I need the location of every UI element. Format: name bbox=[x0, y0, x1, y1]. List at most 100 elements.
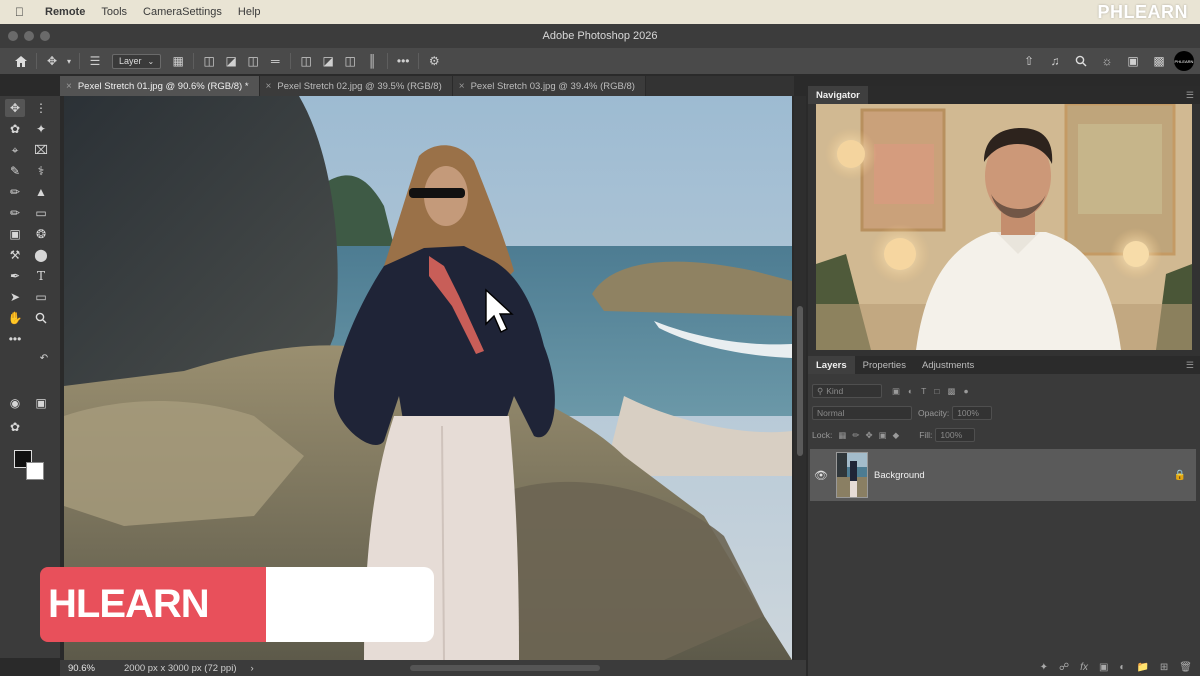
history-brush-tool-icon[interactable]: ✏ bbox=[5, 204, 25, 222]
share-icon[interactable]: ⇧ bbox=[1018, 50, 1040, 72]
eye-icon[interactable]: 👁 bbox=[810, 469, 832, 482]
new-group-icon[interactable]: 📁 bbox=[1136, 662, 1148, 673]
move-tool-icon[interactable]: ✥ bbox=[5, 99, 25, 117]
opacity-input[interactable]: 100% bbox=[952, 406, 993, 420]
lock-pixels-icon[interactable]: ✏ bbox=[852, 430, 859, 441]
align-left-icon[interactable]: ◫ bbox=[198, 50, 220, 72]
brush-tool-icon[interactable]: ✏ bbox=[5, 183, 25, 201]
trash-icon[interactable]: 🗑 bbox=[1179, 662, 1192, 673]
scrollbar-thumb[interactable] bbox=[797, 306, 803, 456]
align-right-icon[interactable]: ◫ bbox=[242, 50, 264, 72]
generate-icon[interactable]: ✿ bbox=[5, 418, 25, 436]
tab-properties[interactable]: Properties bbox=[855, 356, 914, 374]
move-icon[interactable]: ✥ bbox=[41, 50, 63, 72]
transform-controls-icon[interactable]: ▦ bbox=[167, 50, 189, 72]
rectangle-tool-icon[interactable]: ▭ bbox=[31, 288, 51, 306]
clone-stamp-tool-icon[interactable]: ▲ bbox=[31, 183, 51, 201]
sponge-tool-icon[interactable]: ⬤ bbox=[31, 246, 51, 264]
apple-icon[interactable]:  bbox=[15, 5, 29, 19]
layer-row-background[interactable]: 👁 Background 🔒 bbox=[810, 449, 1196, 501]
tab-adjustments[interactable]: Adjustments bbox=[914, 356, 982, 374]
hand-tool-icon[interactable]: ✋ bbox=[5, 309, 25, 327]
eraser-tool-icon[interactable]: ▭ bbox=[31, 204, 51, 222]
tab-layers[interactable]: Layers bbox=[808, 356, 855, 374]
menu-help[interactable]: Help bbox=[238, 6, 261, 18]
link-layers-icon[interactable]: ✦ bbox=[1040, 662, 1048, 673]
close-icon[interactable]: × bbox=[459, 81, 465, 92]
menu-camerasettings[interactable]: CameraSettings bbox=[143, 6, 222, 18]
distribute-icon[interactable]: ═ bbox=[264, 50, 286, 72]
horizontal-scrollbar[interactable] bbox=[410, 665, 600, 671]
lock-artboard-icon[interactable]: ▣ bbox=[879, 430, 887, 441]
navigator-preview[interactable] bbox=[816, 104, 1192, 350]
paint-bucket-tool-icon[interactable]: ⚒ bbox=[5, 246, 25, 264]
crop-tool-icon[interactable]: ⌖ bbox=[5, 141, 25, 159]
align-middle-icon[interactable]: ◪ bbox=[317, 50, 339, 72]
filter-smart-object-icon[interactable]: ▩ bbox=[948, 386, 956, 397]
lock-all-icon[interactable]: ◆ bbox=[893, 430, 900, 441]
kind-filter-select[interactable]: ⚲ Kind bbox=[812, 384, 882, 398]
panel-menu-icon[interactable]: ☰ bbox=[1186, 360, 1194, 371]
filter-type-icon[interactable]: T bbox=[921, 386, 926, 396]
new-layer-icon[interactable]: ⊞ bbox=[1160, 662, 1168, 673]
lock-position-icon[interactable]: ✥ bbox=[865, 430, 872, 441]
edit-toolbar-icon[interactable]: ••• bbox=[5, 330, 25, 348]
layers-stack-icon[interactable]: ☰ bbox=[84, 50, 106, 72]
quick-mask-icon[interactable]: ◉ bbox=[5, 394, 25, 412]
zoom-window-button[interactable] bbox=[40, 31, 50, 41]
healing-brush-tool-icon[interactable]: ⚕ bbox=[31, 162, 51, 180]
align-bottom-icon[interactable]: ◫ bbox=[339, 50, 361, 72]
chevron-down-icon[interactable]: ▾ bbox=[63, 50, 75, 72]
status-menu-arrow[interactable]: › bbox=[251, 663, 254, 674]
adjustment-layer-icon[interactable]: ◐ bbox=[1119, 662, 1125, 673]
menu-remote[interactable]: Remote bbox=[45, 6, 85, 18]
close-window-button[interactable] bbox=[8, 31, 18, 41]
close-icon[interactable]: × bbox=[266, 81, 272, 92]
vertical-scrollbar[interactable] bbox=[794, 96, 806, 660]
type-tool-icon[interactable]: T bbox=[31, 267, 51, 285]
panel-menu-icon[interactable]: ☰ bbox=[1186, 90, 1194, 101]
gear-icon[interactable]: ⚙ bbox=[423, 50, 445, 72]
account-avatar[interactable]: PHLEARN bbox=[1174, 51, 1194, 71]
tab-document-1[interactable]: × Pexel Stretch 01.jpg @ 90.6% (RGB/8) * bbox=[60, 76, 260, 96]
plugins-icon[interactable]: ▩ bbox=[1148, 50, 1170, 72]
filter-pixel-icon[interactable]: ▣ bbox=[892, 386, 900, 397]
lock-transparent-icon[interactable]: ▦ bbox=[838, 430, 846, 441]
zoom-level[interactable]: 90.6% bbox=[60, 663, 106, 674]
lightbulb-icon[interactable]: ☼ bbox=[1096, 50, 1118, 72]
search-icon[interactable] bbox=[1070, 50, 1092, 72]
tab-document-2[interactable]: × Pexel Stretch 02.jpg @ 39.5% (RGB/8) bbox=[259, 76, 453, 96]
blend-mode-select[interactable]: Normal bbox=[812, 406, 912, 420]
object-selection-tool-icon[interactable]: ✿ bbox=[5, 120, 25, 138]
path-selection-tool-icon[interactable]: ➤ bbox=[5, 288, 25, 306]
bell-icon[interactable]: ♫ bbox=[1044, 50, 1066, 72]
marquee-tool-icon[interactable]: ⋮ bbox=[31, 99, 51, 117]
add-mask-icon[interactable]: ▣ bbox=[1099, 662, 1108, 673]
menu-tools[interactable]: Tools bbox=[101, 6, 127, 18]
gradient-tool-icon[interactable]: ▣ bbox=[5, 225, 25, 243]
align-center-icon[interactable]: ◪ bbox=[220, 50, 242, 72]
blur-tool-icon[interactable]: ❂ bbox=[31, 225, 51, 243]
align-top-icon[interactable]: ◫ bbox=[295, 50, 317, 72]
frame-tool-icon[interactable]: ⌧ bbox=[31, 141, 51, 159]
distribute-vertical-icon[interactable]: ║ bbox=[361, 50, 383, 72]
fx-icon[interactable]: fx bbox=[1080, 662, 1088, 673]
pen-tool-icon[interactable]: ✒ bbox=[5, 267, 25, 285]
link-icon[interactable]: ☍ bbox=[1059, 662, 1069, 673]
close-icon[interactable]: × bbox=[66, 81, 72, 92]
filter-toggle-icon[interactable]: ● bbox=[964, 386, 969, 396]
tab-navigator[interactable]: Navigator bbox=[808, 86, 868, 104]
workspace-icon[interactable]: ▣ bbox=[1122, 50, 1144, 72]
background-color-swatch[interactable] bbox=[26, 462, 44, 480]
fill-input[interactable]: 100% bbox=[935, 428, 976, 442]
minimize-window-button[interactable] bbox=[24, 31, 34, 41]
magic-wand-tool-icon[interactable]: ✦ bbox=[31, 120, 51, 138]
eyedropper-tool-icon[interactable]: ✎ bbox=[5, 162, 25, 180]
filter-shape-icon[interactable]: □ bbox=[934, 386, 939, 396]
swap-colors-icon[interactable]: ↶ bbox=[34, 349, 54, 367]
filter-adjustment-icon[interactable]: ◐ bbox=[908, 386, 913, 396]
zoom-tool-icon[interactable] bbox=[31, 309, 51, 327]
home-icon[interactable] bbox=[10, 50, 32, 72]
more-icon[interactable]: ••• bbox=[392, 50, 414, 72]
tab-document-3[interactable]: × Pexel Stretch 03.jpg @ 39.4% (RGB/8) bbox=[452, 76, 646, 96]
